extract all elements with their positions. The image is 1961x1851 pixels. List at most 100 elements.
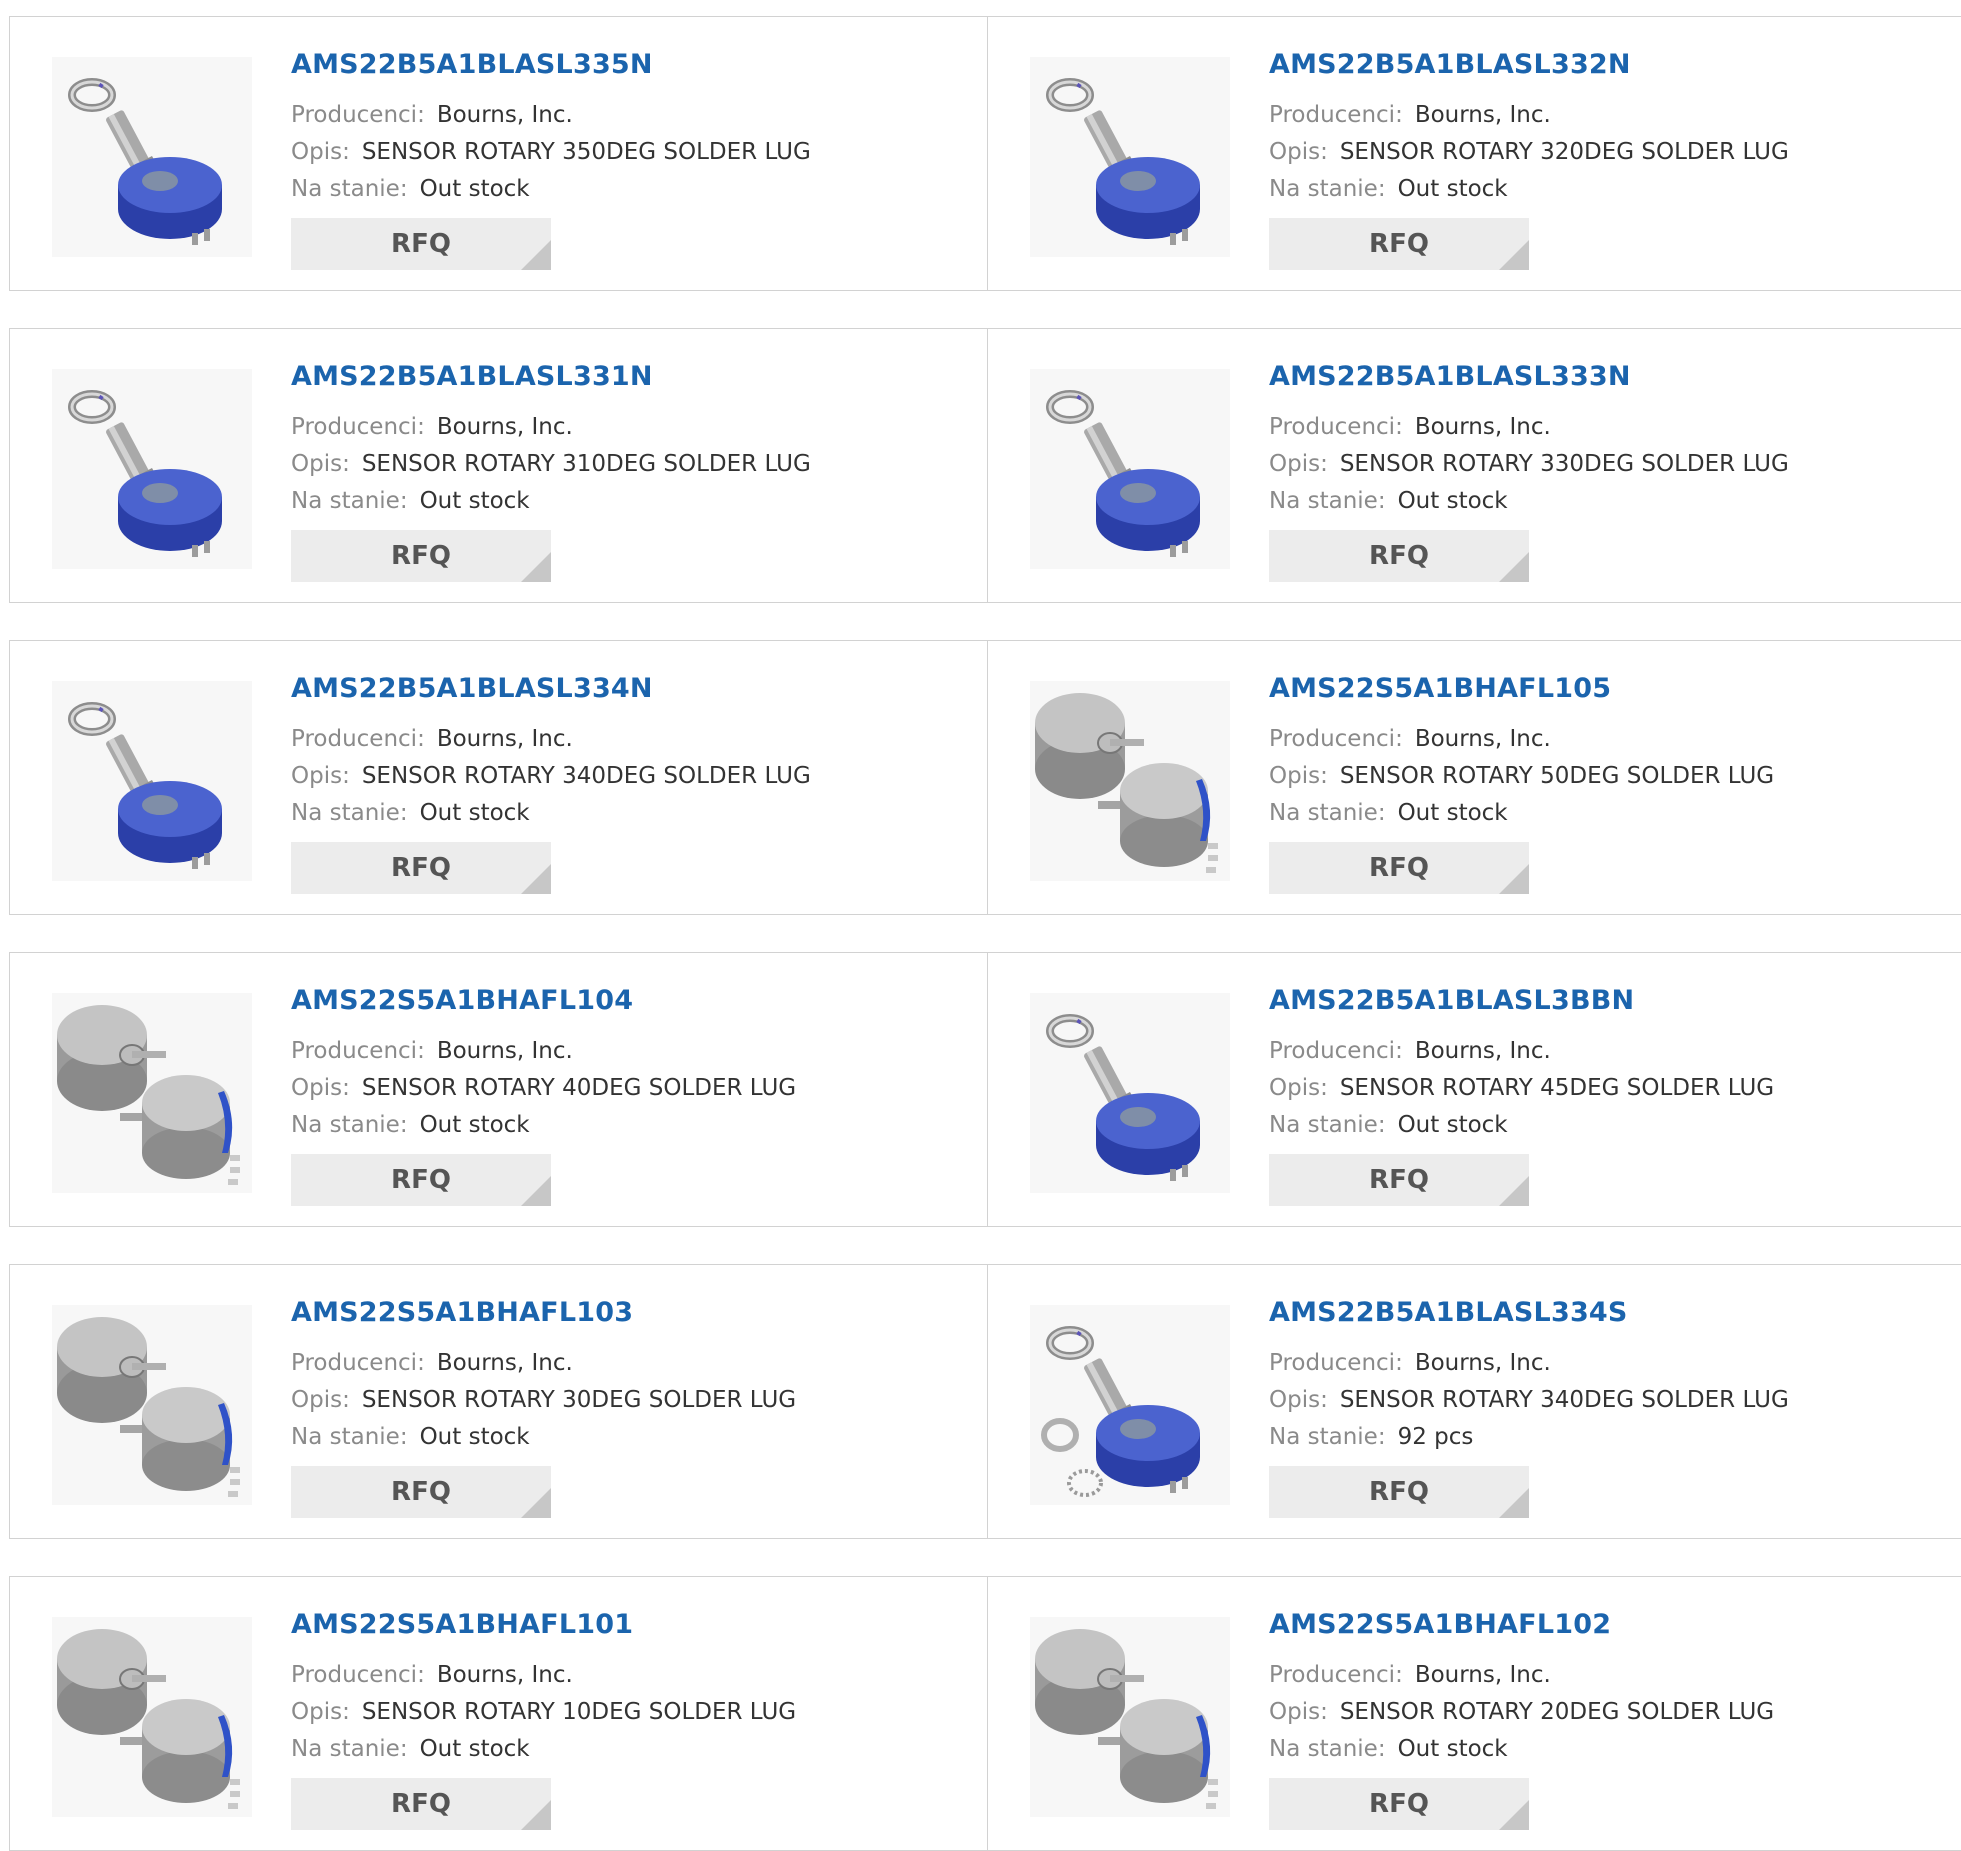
rfq-label: RFQ <box>391 853 451 883</box>
rfq-button[interactable]: RFQ <box>291 842 551 894</box>
product-row: AMS22B5A1BLASL331N Producenci: Bourns, In… <box>9 328 1961 603</box>
manufacturer-label: Producenci: <box>1269 1350 1403 1376</box>
manufacturer-label: Producenci: <box>291 414 425 440</box>
manufacturer-label: Producenci: <box>291 726 425 752</box>
description-value: SENSOR ROTARY 20DEG SOLDER LUG <box>1339 1699 1775 1725</box>
stock-value: 92 pcs <box>1397 1424 1474 1450</box>
stock-row: Na stanie: Out stock <box>291 1112 530 1138</box>
stock-value: Out stock <box>419 1736 530 1762</box>
description-row: Opis: SENSOR ROTARY 340DEG SOLDER LUG <box>291 763 811 789</box>
description-label: Opis: <box>1269 1699 1328 1725</box>
stock-value: Out stock <box>1397 800 1508 826</box>
description-row: Opis: SENSOR ROTARY 320DEG SOLDER LUG <box>1269 139 1789 165</box>
silver-sensor-icon <box>57 1005 240 1185</box>
product-image[interactable] <box>1030 1305 1230 1505</box>
stock-value: Out stock <box>419 1424 530 1450</box>
part-number-link[interactable]: AMS22B5A1BLASL333N <box>1269 361 1631 392</box>
rfq-button[interactable]: RFQ <box>291 1466 551 1518</box>
corner-triangle-icon <box>521 864 551 894</box>
manufacturer-value: Bourns, Inc. <box>1414 1350 1551 1376</box>
product-card: AMS22S5A1BHAFL103 Producenci: Bourns, Inc… <box>10 1265 987 1538</box>
part-number-link[interactable]: AMS22S5A1BHAFL104 <box>291 985 633 1016</box>
part-number-link[interactable]: AMS22B5A1BLASL335N <box>291 49 653 80</box>
product-image[interactable] <box>52 1305 252 1505</box>
silver-sensor-icon <box>1035 693 1218 873</box>
stock-value: Out stock <box>1397 488 1508 514</box>
product-image[interactable] <box>1030 1617 1230 1817</box>
product-card: AMS22B5A1BLASL333N Producenci: Bourns, In… <box>987 329 1961 602</box>
manufacturer-label: Producenci: <box>1269 414 1403 440</box>
manufacturer-label: Producenci: <box>291 102 425 128</box>
manufacturer-value: Bourns, Inc. <box>436 414 573 440</box>
product-image[interactable] <box>52 1617 252 1817</box>
product-image[interactable] <box>1030 993 1230 1193</box>
stock-value: Out stock <box>419 800 530 826</box>
product-image[interactable] <box>1030 681 1230 881</box>
rfq-button[interactable]: RFQ <box>291 1778 551 1830</box>
product-image[interactable] <box>52 993 252 1193</box>
corner-triangle-icon <box>1499 864 1529 894</box>
blue-potentiometer-icon <box>68 78 222 245</box>
rfq-button[interactable]: RFQ <box>1269 1466 1529 1518</box>
rfq-button[interactable]: RFQ <box>1269 1778 1529 1830</box>
part-number-link[interactable]: AMS22S5A1BHAFL103 <box>291 1297 633 1328</box>
product-card: AMS22B5A1BLASL332N Producenci: Bourns, In… <box>987 17 1961 290</box>
part-number-link[interactable]: AMS22S5A1BHAFL101 <box>291 1609 633 1640</box>
product-row: AMS22B5A1BLASL334N Producenci: Bourns, In… <box>9 640 1961 915</box>
description-value: SENSOR ROTARY 310DEG SOLDER LUG <box>361 451 811 477</box>
part-number-link[interactable]: AMS22S5A1BHAFL102 <box>1269 1609 1611 1640</box>
blue-potentiometer-icon <box>68 390 222 557</box>
manufacturer-value: Bourns, Inc. <box>436 1350 573 1376</box>
rfq-button[interactable]: RFQ <box>291 530 551 582</box>
rfq-label: RFQ <box>1369 1165 1429 1195</box>
description-value: SENSOR ROTARY 350DEG SOLDER LUG <box>361 139 811 165</box>
rfq-label: RFQ <box>391 1789 451 1819</box>
stock-label: Na stanie: <box>1269 488 1386 514</box>
rfq-button[interactable]: RFQ <box>1269 842 1529 894</box>
description-row: Opis: SENSOR ROTARY 20DEG SOLDER LUG <box>1269 1699 1774 1725</box>
manufacturer-row: Producenci: Bourns, Inc. <box>1269 1038 1551 1064</box>
stock-row: Na stanie: Out stock <box>1269 1112 1508 1138</box>
manufacturer-label: Producenci: <box>1269 726 1403 752</box>
part-number-link[interactable]: AMS22B5A1BLASL334N <box>291 673 653 704</box>
stock-value: Out stock <box>419 488 530 514</box>
rfq-button[interactable]: RFQ <box>291 218 551 270</box>
description-value: SENSOR ROTARY 30DEG SOLDER LUG <box>361 1387 797 1413</box>
product-image[interactable] <box>52 57 252 257</box>
product-card: AMS22S5A1BHAFL101 Producenci: Bourns, Inc… <box>10 1577 987 1850</box>
product-row: AMS22S5A1BHAFL101 Producenci: Bourns, Inc… <box>9 1576 1961 1851</box>
rfq-button[interactable]: RFQ <box>1269 530 1529 582</box>
description-row: Opis: SENSOR ROTARY 50DEG SOLDER LUG <box>1269 763 1774 789</box>
blue-potentiometer-icon <box>1046 390 1200 557</box>
stock-row: Na stanie: Out stock <box>291 1736 530 1762</box>
stock-row: Na stanie: Out stock <box>291 800 530 826</box>
manufacturer-row: Producenci: Bourns, Inc. <box>1269 102 1551 128</box>
product-image[interactable] <box>52 369 252 569</box>
description-value: SENSOR ROTARY 330DEG SOLDER LUG <box>1339 451 1789 477</box>
rfq-button[interactable]: RFQ <box>1269 218 1529 270</box>
description-row: Opis: SENSOR ROTARY 10DEG SOLDER LUG <box>291 1699 796 1725</box>
part-number-link[interactable]: AMS22S5A1BHAFL105 <box>1269 673 1611 704</box>
part-number-link[interactable]: AMS22B5A1BLASL331N <box>291 361 653 392</box>
manufacturer-label: Producenci: <box>291 1350 425 1376</box>
product-card: AMS22S5A1BHAFL104 Producenci: Bourns, Inc… <box>10 953 987 1226</box>
part-number-link[interactable]: AMS22B5A1BLASL334S <box>1269 1297 1628 1328</box>
part-number-link[interactable]: AMS22B5A1BLASL332N <box>1269 49 1631 80</box>
description-row: Opis: SENSOR ROTARY 30DEG SOLDER LUG <box>291 1387 796 1413</box>
product-image[interactable] <box>1030 369 1230 569</box>
manufacturer-row: Producenci: Bourns, Inc. <box>291 1038 573 1064</box>
stock-label: Na stanie: <box>291 800 408 826</box>
manufacturer-label: Producenci: <box>1269 1038 1403 1064</box>
rfq-button[interactable]: RFQ <box>291 1154 551 1206</box>
product-card: AMS22B5A1BLASL335N Producenci: Bourns, In… <box>10 17 987 290</box>
product-image[interactable] <box>1030 57 1230 257</box>
corner-triangle-icon <box>1499 1800 1529 1830</box>
product-image[interactable] <box>52 681 252 881</box>
corner-triangle-icon <box>1499 1176 1529 1206</box>
rfq-label: RFQ <box>391 229 451 259</box>
rfq-label: RFQ <box>391 1165 451 1195</box>
part-number-link[interactable]: AMS22B5A1BLASL3BBN <box>1269 985 1634 1016</box>
rfq-button[interactable]: RFQ <box>1269 1154 1529 1206</box>
stock-value: Out stock <box>419 1112 530 1138</box>
product-row: AMS22S5A1BHAFL103 Producenci: Bourns, Inc… <box>9 1264 1961 1539</box>
